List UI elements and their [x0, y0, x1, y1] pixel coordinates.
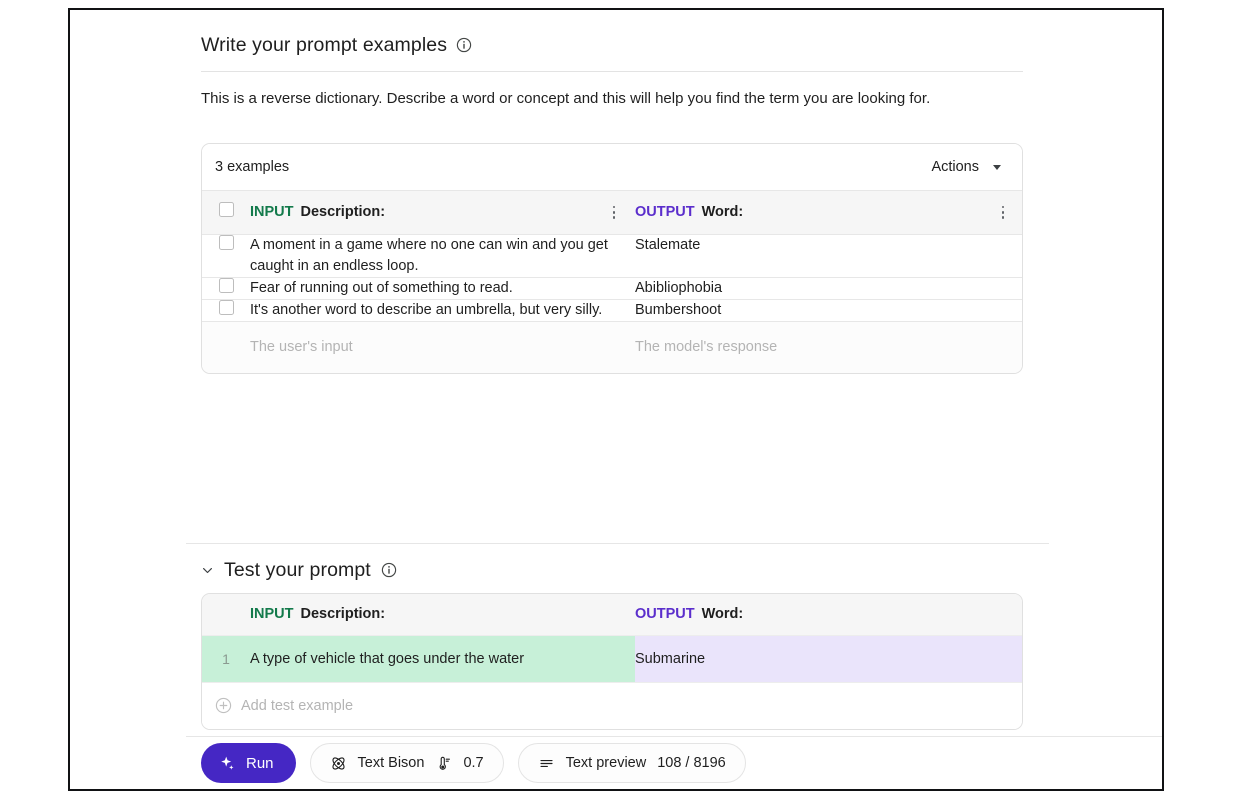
section-divider — [186, 543, 1049, 544]
row-checkbox[interactable] — [218, 234, 234, 250]
test-row-number: 1 — [202, 635, 250, 683]
add-test-example-label: Add test example — [241, 697, 354, 714]
section-header: Write your prompt examples — [201, 30, 1023, 60]
input-column-label: Description: — [300, 606, 386, 623]
test-row-output-cell[interactable]: Submarine — [635, 635, 1022, 683]
text-preview-button[interactable]: Text preview 108 / 8196 — [517, 743, 746, 783]
row-select-cell — [202, 299, 250, 322]
test-prompt-section: Test your prompt — [201, 557, 1023, 583]
info-icon[interactable] — [381, 562, 397, 578]
window-frame: Write your prompt examples This is a rev… — [68, 8, 1164, 791]
run-button[interactable]: Run — [201, 743, 296, 783]
examples-count-label: 3 examples — [215, 159, 290, 175]
actions-dropdown[interactable]: Actions — [929, 155, 1003, 179]
chevron-down-icon — [993, 164, 1001, 170]
output-column-menu-icon[interactable] — [996, 205, 1010, 219]
text-lines-icon — [538, 755, 555, 772]
run-label: Run — [246, 754, 274, 772]
row-checkbox[interactable] — [218, 299, 234, 315]
chevron-down-icon[interactable] — [201, 564, 214, 577]
test-header-input-cell: INPUT Description: — [250, 594, 635, 636]
test-row-input-cell[interactable]: A type of vehicle that goes under the wa… — [250, 635, 635, 683]
model-name-label: Text Bison — [357, 755, 425, 771]
examples-card: 3 examples Actions INPUT Description: OU… — [201, 143, 1023, 374]
row-output-cell[interactable]: Stalemate — [635, 234, 1022, 278]
test-examples-card: INPUT Description: OUTPUT Word: 1 A type… — [201, 593, 1023, 730]
test-section-header: Test your prompt — [201, 557, 1023, 583]
actions-label: Actions — [931, 159, 979, 175]
test-section-title: Test your prompt — [224, 558, 371, 581]
row-input-cell[interactable]: Fear of running out of something to read… — [250, 277, 635, 300]
bottom-toolbar: Run Text Bison 0.7 Text preview 108 / 81… — [186, 737, 1162, 789]
row-input-cell[interactable]: It's another word to describe an umbrell… — [250, 299, 635, 322]
test-table: INPUT Description: OUTPUT Word: 1 A type… — [202, 594, 1022, 729]
input-column-menu-icon[interactable] — [607, 205, 621, 219]
row-select-cell — [202, 277, 250, 300]
header-divider — [201, 71, 1023, 72]
temperature-value: 0.7 — [463, 755, 484, 771]
test-header-output-cell: OUTPUT Word: — [635, 594, 1022, 636]
sparkle-icon — [219, 755, 236, 772]
select-all-cell — [202, 191, 250, 235]
add-test-example-cell[interactable]: Add test example — [202, 682, 1022, 729]
header-cell-input: INPUT Description: — [250, 191, 635, 235]
table-row[interactable]: A moment in a game where no one can win … — [202, 234, 1022, 278]
test-table-header: INPUT Description: OUTPUT Word: — [202, 594, 1022, 636]
page-content: Write your prompt examples This is a rev… — [70, 10, 1162, 789]
header-cell-output: OUTPUT Word: — [635, 191, 1022, 235]
table-row[interactable]: It's another word to describe an umbrell… — [202, 299, 1022, 322]
token-count-label: 108 / 8196 — [657, 755, 726, 771]
output-tag: OUTPUT — [635, 204, 695, 221]
ghost-select-cell — [202, 320, 250, 373]
examples-toolbar: 3 examples Actions — [202, 144, 1022, 191]
section-description: This is a reverse dictionary. Describe a… — [201, 90, 931, 107]
input-tag: INPUT — [250, 606, 294, 623]
examples-table: INPUT Description: OUTPUT Word: A moment… — [202, 191, 1022, 373]
row-checkbox[interactable] — [218, 277, 234, 293]
screenshot-root: Write your prompt examples This is a rev… — [0, 0, 1234, 802]
select-all-checkbox[interactable] — [218, 202, 234, 218]
row-output-cell[interactable]: Bumbershoot — [635, 299, 1022, 322]
output-column-label: Word: — [701, 204, 744, 221]
test-header-num-cell — [202, 594, 250, 636]
test-table-row[interactable]: 1 A type of vehicle that goes under the … — [202, 635, 1022, 683]
model-selector-button[interactable]: Text Bison 0.7 — [309, 743, 504, 783]
text-preview-label: Text preview — [565, 755, 647, 771]
row-output-cell[interactable]: Abibliophobia — [635, 277, 1022, 300]
output-tag: OUTPUT — [635, 606, 695, 623]
model-atom-icon — [330, 755, 347, 772]
row-select-cell — [202, 234, 250, 278]
table-row[interactable]: Fear of running out of something to read… — [202, 277, 1022, 300]
ghost-input-placeholder[interactable]: The user's input — [250, 320, 635, 373]
row-input-cell[interactable]: A moment in a game where no one can win … — [250, 234, 635, 278]
info-icon[interactable] — [456, 37, 472, 53]
plus-circle-icon — [215, 697, 232, 714]
examples-table-header: INPUT Description: OUTPUT Word: — [202, 191, 1022, 235]
page-title: Write your prompt examples — [201, 33, 448, 56]
output-column-label: Word: — [701, 606, 744, 623]
ghost-output-placeholder[interactable]: The model's response — [635, 320, 1022, 373]
add-test-example-row[interactable]: Add test example — [202, 682, 1022, 729]
empty-example-row[interactable]: The user's input The model's response — [202, 320, 1022, 373]
input-tag: INPUT — [250, 204, 294, 221]
thermometer-icon — [435, 755, 452, 772]
write-prompt-examples-section: Write your prompt examples This is a rev… — [201, 30, 1023, 109]
input-column-label: Description: — [300, 204, 386, 221]
